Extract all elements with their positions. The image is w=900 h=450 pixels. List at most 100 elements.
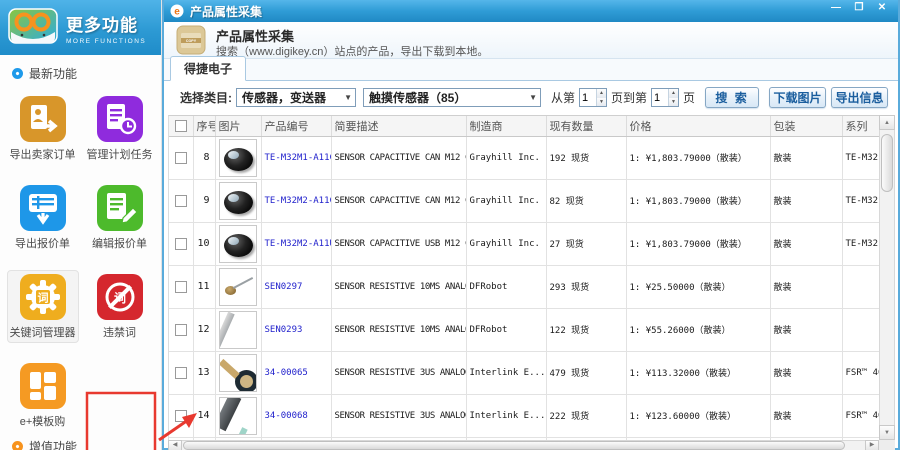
manufacturer: DFRobot xyxy=(466,265,546,308)
row-checkbox[interactable] xyxy=(175,238,187,250)
available-quantity: 479 现货 xyxy=(546,351,626,394)
sidebar-item-label: 导出卖家订单 xyxy=(8,146,78,162)
product-image xyxy=(219,397,257,435)
sidebar-item-keyword-manager[interactable]: 词 关键词管理器 xyxy=(7,270,79,343)
row-checkbox[interactable] xyxy=(175,195,187,207)
product-number-link[interactable]: 34-00065 xyxy=(261,351,331,394)
page-subtitle: 搜索（www.digikey.cn）站点的产品，导出下载到本地。 xyxy=(216,43,488,59)
column-header-no: 序号 xyxy=(193,116,215,136)
product-description: SENSOR RESISTIVE 10MS ANALOG xyxy=(331,308,466,351)
section-label-text: 增值功能 xyxy=(29,438,77,450)
product-number-link[interactable]: TE-M32M2-A11C xyxy=(261,179,331,222)
price: 1: ¥25.50000（散装） xyxy=(626,265,770,308)
product-number-link[interactable]: SEN0293 xyxy=(261,308,331,351)
product-number-link[interactable]: TE-M32M2-A11U xyxy=(261,222,331,265)
sidebar: 更多功能 MORE FUNCTIONS 最新功能 导出卖家订单 xyxy=(0,0,162,450)
product-number-link[interactable]: SEN0297 xyxy=(261,265,331,308)
template-shop-icon xyxy=(20,363,66,409)
category-label: 选择类目: xyxy=(180,89,232,106)
row-number: 11 xyxy=(193,265,215,308)
product-image xyxy=(219,225,257,263)
product-description: SENSOR RESISTIVE 3US ANALOG xyxy=(331,351,466,394)
sidebar-item-forbidden-words[interactable]: 词 违禁词 xyxy=(84,270,156,343)
row-number: 10 xyxy=(193,222,215,265)
horizontal-scrollbar-thumb[interactable] xyxy=(183,441,845,450)
category-select-1[interactable]: 传感器，变送器 ▼ xyxy=(236,88,356,107)
vertical-scrollbar-thumb[interactable] xyxy=(881,134,893,192)
row-checkbox[interactable] xyxy=(175,152,187,164)
sidebar-item-label: 管理计划任务 xyxy=(85,146,155,162)
manufacturer: DFRobot xyxy=(466,308,546,351)
column-header-pkg: 包装 xyxy=(770,116,842,136)
toolbar: 选择类目: 传感器，变送器 ▼ 触摸传感器（85） ▼ 从第 ▲▼ 页到第 ▲ xyxy=(166,81,896,114)
scroll-left-icon[interactable]: ◀ xyxy=(168,440,182,450)
to-page-label: 页到第 xyxy=(611,89,647,106)
to-page-stepper[interactable]: ▲▼ xyxy=(651,88,679,107)
spinner-down-icon[interactable]: ▼ xyxy=(669,98,678,107)
row-checkbox[interactable] xyxy=(175,324,187,336)
horizontal-scrollbar[interactable]: ◀ ▶ xyxy=(168,440,879,450)
vertical-scrollbar[interactable]: ▲ ▼ xyxy=(879,115,895,440)
app-logo-icon xyxy=(8,8,58,48)
to-page-input[interactable] xyxy=(652,89,668,106)
search-button[interactable]: 搜 索 xyxy=(705,87,759,108)
column-header-mfr: 制造商 xyxy=(466,116,546,136)
series: FSR™ 404 xyxy=(842,351,879,394)
maximize-button[interactable]: ❐ xyxy=(851,1,867,15)
scroll-right-icon[interactable]: ▶ xyxy=(865,440,879,450)
column-header-image: 图片 xyxy=(215,116,261,136)
available-quantity: 82 现货 xyxy=(546,179,626,222)
available-quantity: 293 现货 xyxy=(546,265,626,308)
tab-digikey[interactable]: 得捷电子 xyxy=(170,56,246,81)
row-checkbox[interactable] xyxy=(175,281,187,293)
window-title: 产品属性采集 xyxy=(190,3,262,20)
sidebar-title: 更多功能 xyxy=(66,11,146,36)
tab-bar: 得捷电子 xyxy=(164,59,898,81)
select-all-checkbox[interactable] xyxy=(175,120,187,132)
table-row: 8 TE-M32M1-A11C SENSOR CAPACITIVE CAN M1… xyxy=(169,136,879,179)
sidebar-item-manage-tasks[interactable]: 管理计划任务 xyxy=(84,92,156,165)
export-info-button[interactable]: 导出信息 xyxy=(831,87,888,108)
content-panel: 选择类目: 传感器，变送器 ▼ 触摸传感器（85） ▼ 从第 ▲▼ 页到第 ▲ xyxy=(166,81,896,448)
series: FSR™ 408 xyxy=(842,394,879,437)
series: TE-M32 xyxy=(842,136,879,179)
spinner-up-icon[interactable]: ▲ xyxy=(597,89,606,98)
scroll-up-icon[interactable]: ▲ xyxy=(879,115,895,130)
section-label-text: 最新功能 xyxy=(29,65,77,82)
sidebar-item-edit-quotes[interactable]: 编辑报价单 xyxy=(84,181,156,254)
table-row: 14 34-00068 SENSOR RESISTIVE 3US ANALOG … xyxy=(169,394,879,437)
sidebar-item-label: 导出报价单 xyxy=(8,235,78,251)
row-checkbox[interactable] xyxy=(175,367,187,379)
from-page-input[interactable] xyxy=(580,89,596,106)
task-schedule-icon xyxy=(97,96,143,142)
spinner-up-icon[interactable]: ▲ xyxy=(669,89,678,98)
download-images-button[interactable]: 下载图片 xyxy=(769,87,826,108)
packaging: 散装 xyxy=(770,136,842,179)
page-unit-label: 页 xyxy=(683,89,695,106)
manufacturer: Grayhill Inc. xyxy=(466,222,546,265)
scroll-down-icon[interactable]: ▼ xyxy=(879,425,895,440)
window-titlebar: e 产品属性采集 — ❐ ✕ xyxy=(164,0,898,22)
product-number-link[interactable]: TE-M32M1-A11C xyxy=(261,136,331,179)
column-header-part: 产品编号 xyxy=(261,116,331,136)
close-button[interactable]: ✕ xyxy=(874,1,890,15)
scrollbar-corner xyxy=(879,440,895,450)
minimize-button[interactable]: — xyxy=(828,1,844,15)
chevron-down-icon: ▼ xyxy=(344,93,352,102)
sidebar-item-export-quotes[interactable]: 导出报价单 xyxy=(7,181,79,254)
spinner-down-icon[interactable]: ▼ xyxy=(597,98,606,107)
product-number-link[interactable]: 34-00068 xyxy=(261,394,331,437)
sidebar-item-label: 关键词管理器 xyxy=(8,324,78,340)
sidebar-item-template-shop[interactable]: e+模板购 xyxy=(7,359,79,432)
table-header-row: 序号 图片 产品编号 简要描述 制造商 现有数量 价格 包装 系列 xyxy=(169,116,879,136)
series xyxy=(842,308,879,351)
row-checkbox[interactable] xyxy=(175,410,187,422)
sidebar-item-export-orders[interactable]: 导出卖家订单 xyxy=(7,92,79,165)
from-page-stepper[interactable]: ▲▼ xyxy=(579,88,607,107)
sidebar-item-label: e+模板购 xyxy=(8,413,78,429)
category-select-2[interactable]: 触摸传感器（85） ▼ xyxy=(363,88,541,107)
row-number: 9 xyxy=(193,179,215,222)
window-app-icon: e xyxy=(170,4,184,18)
product-image xyxy=(219,139,257,177)
packaging: 散装 xyxy=(770,394,842,437)
